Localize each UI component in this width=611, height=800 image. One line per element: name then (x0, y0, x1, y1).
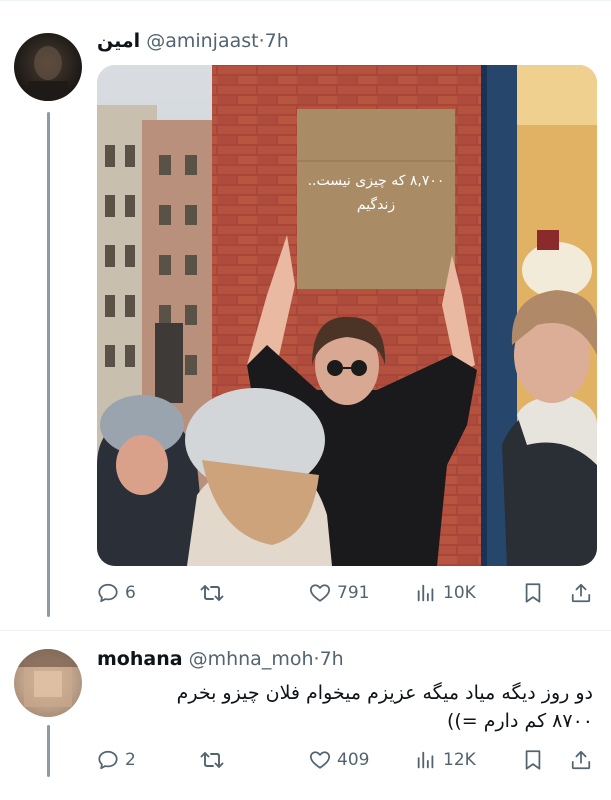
tweet-photo[interactable]: ۸,۷۰۰ که چیزی نیست.. زندگیم (97, 65, 597, 566)
heart-icon (309, 584, 331, 602)
tweet-reply[interactable]: mohana @mhna_moh·7h دو روز دیگه میاد میگ… (0, 631, 611, 800)
reply-views-count: 12K (443, 750, 476, 770)
author-name[interactable]: امین (97, 30, 140, 52)
share-button[interactable] (570, 578, 592, 608)
share-icon (571, 583, 591, 603)
reply-repost-button[interactable] (200, 745, 230, 775)
tweet-main[interactable]: امین @aminjaast·7h ۸,۷۰۰ که چیزی نیست.. … (0, 0, 611, 630)
reply-like-button[interactable]: 409 (309, 745, 369, 775)
views-icon (417, 584, 434, 602)
reply-reply-count: 2 (125, 750, 136, 770)
sign-text-line2: زندگیم (356, 197, 396, 213)
reply-author-name[interactable]: mohana (97, 648, 183, 670)
reply-count: 6 (125, 583, 136, 603)
reply-text-line2: ۸۷۰۰ کم دارم =)) (446, 710, 593, 732)
reply-text: دو روز دیگه میاد میگه عزیزم میخوام فلان … (93, 679, 593, 735)
reply-bookmark-button[interactable] (523, 745, 543, 775)
reply-like-count: 409 (337, 750, 370, 770)
avatar[interactable] (14, 33, 82, 101)
reply-button[interactable]: 6 (97, 578, 136, 608)
reply-text-line1: دو روز دیگه میاد میگه عزیزم میخوام فلان … (176, 682, 593, 704)
tweet-actions: 6 791 10K (97, 578, 597, 608)
tweet-header: امین @aminjaast·7h (97, 30, 289, 52)
reply-icon (98, 750, 118, 770)
bookmark-button[interactable] (523, 578, 543, 608)
author-handle[interactable]: @aminjaast (146, 30, 258, 52)
like-button[interactable]: 791 (309, 578, 369, 608)
heart-icon (309, 751, 331, 769)
like-count: 791 (337, 583, 370, 603)
reply-time[interactable]: 7h (320, 648, 344, 670)
reply-avatar[interactable] (14, 649, 82, 717)
bookmark-icon (525, 750, 541, 770)
reply-header: mohana @mhna_moh·7h (97, 648, 344, 670)
reply-share-button[interactable] (570, 745, 592, 775)
thread-line (47, 112, 50, 617)
repost-button[interactable] (200, 578, 230, 608)
repost-icon (200, 585, 224, 601)
reply-thread-line (47, 725, 50, 777)
photo-illustration (97, 65, 597, 566)
views-count: 10K (443, 583, 476, 603)
reply-views-button[interactable]: 12K (415, 745, 476, 775)
tweet-time[interactable]: 7h (265, 30, 289, 52)
sign-text-line1: ۸,۷۰۰ که چیزی نیست.. (307, 173, 445, 189)
views-button[interactable]: 10K (415, 578, 476, 608)
repost-icon (200, 752, 224, 768)
bookmark-icon (525, 583, 541, 603)
reply-author-handle[interactable]: @mhna_moh (189, 648, 314, 670)
reply-reply-button[interactable]: 2 (97, 745, 136, 775)
reply-actions: 2 409 12K (97, 745, 597, 775)
views-icon (417, 751, 434, 769)
reply-icon (98, 583, 118, 603)
share-icon (571, 750, 591, 770)
